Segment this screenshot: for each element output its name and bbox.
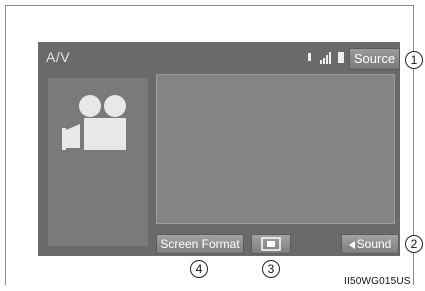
video-camera-icon <box>62 95 126 150</box>
speaker-icon <box>348 240 355 249</box>
callout-4: 4 <box>190 260 208 278</box>
figure-code: II50WG015US <box>344 276 411 287</box>
status-icons <box>306 51 350 64</box>
signal-strength-icon <box>320 51 332 64</box>
source-button[interactable]: Source <box>349 48 400 70</box>
bluetooth-icon <box>308 53 311 61</box>
sound-button[interactable]: Sound <box>341 234 399 254</box>
picture-adjust-icon <box>261 237 281 251</box>
screen-title: A/V <box>46 49 71 65</box>
callout-3: 3 <box>262 260 280 278</box>
callout-1: 1 <box>405 51 423 69</box>
battery-icon <box>338 52 344 63</box>
video-display-area[interactable] <box>156 74 395 224</box>
screen-format-button[interactable]: Screen Format <box>156 234 244 254</box>
callout-2: 2 <box>405 235 423 253</box>
sound-label: Sound <box>356 237 392 251</box>
video-source-panel <box>48 78 148 246</box>
picture-adjust-button[interactable] <box>251 234 291 254</box>
